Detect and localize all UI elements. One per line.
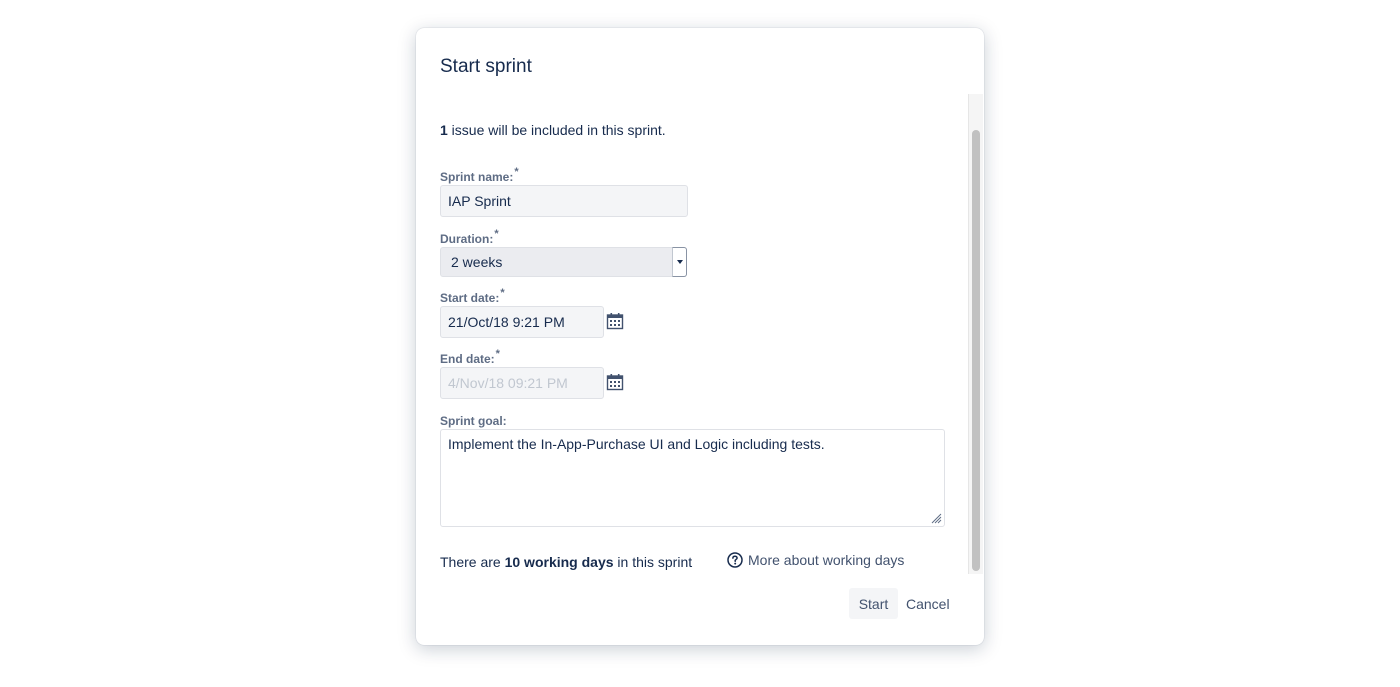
duration-label-text: Duration: — [440, 232, 494, 246]
more-link-label: More about working days — [748, 552, 905, 568]
issue-summary-text: issue will be included in this sprint. — [447, 122, 666, 138]
issue-summary: 1 issue will be included in this sprint. — [440, 122, 666, 138]
working-days-prefix: There are — [440, 554, 505, 570]
end-date-label: End date:* — [440, 348, 500, 366]
dialog-title: Start sprint — [440, 56, 532, 77]
duration-select[interactable]: 2 weeks — [440, 247, 687, 277]
resize-grip-icon[interactable] — [930, 512, 942, 524]
sprint-goal-label: Sprint goal: — [440, 414, 507, 428]
end-date-input: 4/Nov/18 09:21 PM — [440, 367, 604, 399]
calendar-icon[interactable] — [606, 373, 624, 391]
calendar-icon[interactable] — [606, 312, 624, 330]
required-marker: * — [495, 348, 500, 360]
working-days-count: 10 working days — [504, 554, 614, 570]
sprint-name-input[interactable]: IAP Sprint — [440, 185, 688, 217]
required-marker: * — [500, 287, 505, 299]
start-button[interactable]: Start — [849, 588, 898, 619]
sprint-name-label-text: Sprint name: — [440, 170, 514, 184]
duration-selected-value: 2 weeks — [451, 254, 503, 270]
end-date-label-text: End date: — [440, 352, 495, 366]
more-about-working-days-link[interactable]: More about working days — [727, 552, 904, 568]
start-date-label-text: Start date: — [440, 291, 500, 305]
chevron-down-icon[interactable] — [672, 247, 687, 277]
question-circle-icon — [727, 552, 743, 568]
issue-count: 1 — [440, 122, 448, 138]
sprint-name-label: Sprint name:* — [440, 166, 519, 184]
scrollbar-thumb[interactable] — [972, 130, 980, 571]
start-date-input[interactable]: 21/Oct/18 9:21 PM — [440, 306, 604, 338]
start-date-label: Start date:* — [440, 287, 505, 305]
sprint-goal-text: Implement the In-App-Purchase UI and Log… — [448, 436, 825, 452]
duration-label: Duration:* — [440, 228, 499, 246]
start-sprint-dialog: Start sprint 1 issue will be included in… — [416, 28, 984, 645]
sprint-goal-textarea[interactable]: Implement the In-App-Purchase UI and Log… — [440, 429, 945, 527]
cancel-button[interactable]: Cancel — [902, 588, 954, 619]
required-marker: * — [514, 166, 519, 178]
required-marker: * — [494, 228, 499, 240]
working-days-suffix: in this sprint — [613, 554, 693, 570]
working-days-text: There are 10 working days in this sprint — [440, 554, 692, 570]
